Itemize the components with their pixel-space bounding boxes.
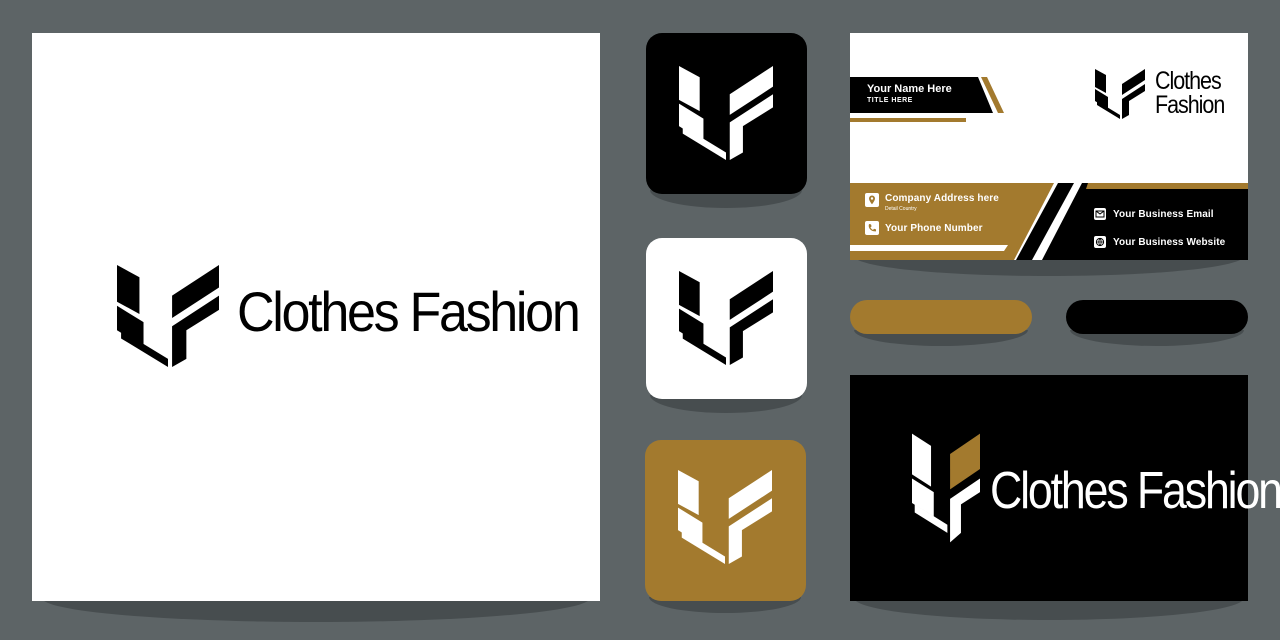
cf-monogram-icon: [117, 265, 219, 367]
card-phone: Your Phone Number: [885, 223, 983, 234]
card-person-name: Your Name Here: [867, 83, 952, 95]
main-panel-shadow: [42, 598, 590, 622]
card-brand-line2: Fashion: [1155, 91, 1225, 119]
logo-tile-white: [646, 238, 807, 399]
cf-monogram-icon: [679, 66, 773, 160]
card-person-title: TITLE HERE: [867, 97, 913, 104]
logo-tile-black: [646, 33, 807, 194]
brand-wordmark: Clothes Fashion: [237, 279, 604, 344]
phone-icon: [865, 221, 879, 235]
card-back-wordmark: Clothes Fashion: [990, 461, 1280, 521]
card-shadow: [854, 598, 1244, 620]
card-brand-line1: Clothes: [1155, 67, 1222, 95]
card-website: Your Business Website: [1113, 237, 1226, 248]
email-icon: [1094, 208, 1106, 220]
brand-name: Clothes Fashion: [237, 280, 581, 343]
card-address-detail: Detail Country: [885, 206, 917, 212]
brand-name-back: Clothes Fashion: [990, 462, 1280, 520]
location-pin-icon: [865, 193, 879, 207]
cf-monogram-icon: [678, 470, 772, 564]
card-email: Your Business Email: [1113, 209, 1214, 220]
cf-monogram-icon: [1095, 69, 1145, 119]
business-card-back: Clothes Fashion: [850, 375, 1280, 601]
cf-monogram-icon: [679, 271, 773, 365]
color-swatch-gold: [850, 300, 1032, 334]
card-address: Company Address here: [885, 193, 999, 204]
business-card-front: Your Name Here TITLE HERE Clothes Fashio…: [850, 33, 1248, 260]
card-brand-wordmark: Clothes Fashion: [1155, 69, 1236, 121]
logo-tile-gold: [645, 440, 806, 601]
main-logo-panel: Clothes Fashion: [32, 33, 600, 601]
cf-monogram-icon: [912, 433, 980, 543]
color-swatch-black: [1066, 300, 1248, 334]
globe-icon: [1094, 236, 1106, 248]
